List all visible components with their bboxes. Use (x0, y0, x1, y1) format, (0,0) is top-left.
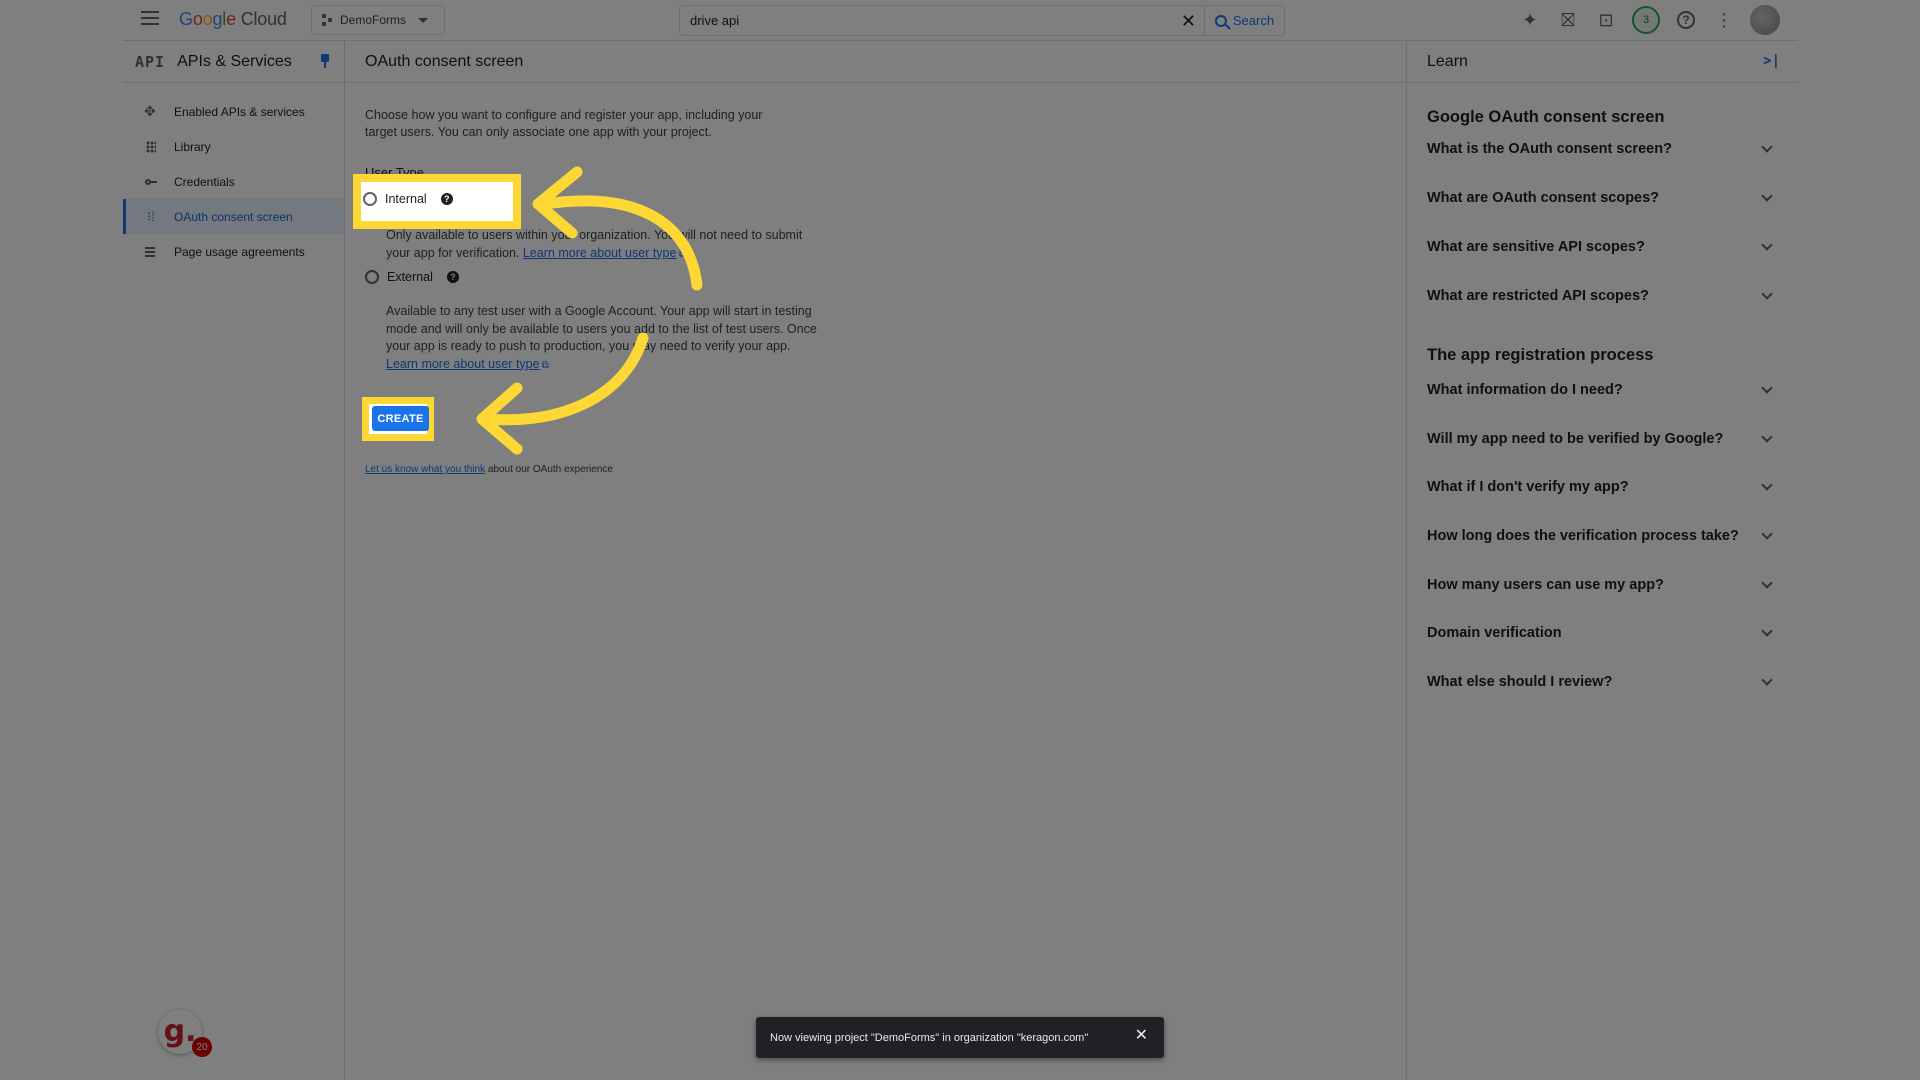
api-logo: API (135, 52, 166, 71)
intro-text: Choose how you want to configure and reg… (365, 108, 763, 139)
faq-item[interactable]: What else should I review? (1427, 674, 1777, 690)
menu-icon[interactable] (141, 11, 159, 25)
faq-item[interactable]: Domain verification (1427, 625, 1777, 641)
sidebar-item-credentials[interactable]: Credentials (123, 164, 344, 199)
faq-item[interactable]: Will my app need to be verified by Googl… (1427, 431, 1777, 447)
help-icon[interactable]: ? (1674, 8, 1698, 32)
sidebar-header: API APIs & Services (123, 41, 344, 83)
feedback-text: Let us know what you think about our OAu… (365, 464, 613, 475)
google-cloud-console: Google Cloud DemoForms ✕ Search ✦ ⛝ ⊡ 3 … (123, 0, 1798, 1080)
snackbar: Now viewing project "DemoForms" in organ… (756, 1017, 1164, 1058)
sidebar-item-enabled-apis[interactable]: Enabled APIs & services (123, 94, 344, 129)
page-title: OAuth consent screen (345, 41, 1406, 83)
external-option[interactable]: External ? (365, 270, 459, 284)
highlight-internal: Internal ? (353, 174, 521, 229)
faq-item[interactable]: How many users can use my app? (1427, 577, 1777, 593)
gift-icon[interactable]: ⛝ (1556, 8, 1580, 32)
chevron-down-icon (1761, 674, 1773, 686)
external-learn-more-link[interactable]: Learn more about user type (386, 357, 540, 371)
search-icon (1214, 14, 1227, 27)
learn-header: Learn >| (1407, 41, 1798, 83)
chevron-down-icon (1761, 625, 1773, 637)
terminal-icon[interactable]: ⊡ (1594, 8, 1618, 32)
chevron-down-icon (1761, 479, 1773, 491)
pin-icon[interactable] (320, 54, 330, 68)
faq-item[interactable]: What is the OAuth consent screen? (1427, 141, 1777, 157)
external-link-icon: ⧉ (541, 359, 549, 371)
consent-icon: ⁝⁞ (147, 208, 155, 224)
close-icon[interactable]: ✕ (1181, 12, 1196, 30)
chevron-down-icon (418, 17, 429, 23)
sidebar-title: APIs & Services (177, 52, 292, 70)
close-icon[interactable]: ✕ (1135, 1028, 1148, 1044)
library-icon (144, 140, 158, 154)
internal-description: Only available to users within your orga… (386, 227, 816, 263)
external-link-icon: ⧉ (678, 248, 686, 260)
chevron-down-icon (1761, 141, 1773, 153)
google-cloud-logo[interactable]: Google Cloud (179, 9, 287, 30)
chevron-down-icon (1761, 288, 1773, 300)
external-description: Available to any test user with a Google… (386, 303, 821, 374)
project-icon (322, 14, 334, 26)
internal-learn-more-link[interactable]: Learn more about user type (523, 246, 677, 260)
chevron-down-icon (1761, 577, 1773, 589)
chevron-down-icon (1761, 528, 1773, 540)
hub-icon (144, 103, 158, 120)
project-name: DemoForms (340, 13, 407, 27)
key-icon (144, 175, 158, 189)
internal-radio[interactable] (363, 192, 377, 206)
collapse-panel-icon[interactable]: >| (1763, 53, 1780, 69)
project-selector[interactable]: DemoForms (311, 5, 445, 35)
help-icon[interactable]: ? (446, 271, 459, 283)
faq-item[interactable]: What are restricted API scopes? (1427, 288, 1777, 304)
faq-item[interactable]: What if I don't verify my app? (1427, 479, 1777, 495)
chevron-down-icon (1761, 431, 1773, 443)
agreements-icon (144, 245, 158, 259)
notifications-badge[interactable]: 3 (1632, 6, 1660, 34)
extension-badge: 20 (192, 1037, 212, 1057)
feedback-link[interactable]: Let us know what you think (365, 464, 485, 475)
avatar[interactable] (1750, 5, 1780, 35)
left-sidebar: API APIs & Services Enabled APIs & servi… (123, 41, 345, 1080)
learn-panel: Learn >| Google OAuth consent screen Wha… (1406, 41, 1798, 1080)
sidebar-item-library[interactable]: Library (123, 129, 344, 164)
chevron-down-icon (1761, 382, 1773, 394)
learn-section-registration: The app registration process (1427, 346, 1654, 364)
sidebar-item-page-usage[interactable]: Page usage agreements (123, 234, 344, 269)
learn-section-consent: Google OAuth consent screen (1427, 108, 1665, 126)
faq-item[interactable]: How long does the verification process t… (1427, 528, 1777, 544)
external-radio[interactable] (365, 270, 379, 284)
faq-item[interactable]: What information do I need? (1427, 382, 1777, 398)
chevron-down-icon (1761, 239, 1773, 251)
faq-item[interactable]: What are OAuth consent scopes? (1427, 190, 1777, 206)
top-bar: Google Cloud DemoForms ✕ Search ✦ ⛝ ⊡ 3 … (123, 0, 1798, 41)
search-button[interactable]: Search (1204, 6, 1284, 35)
internal-option-highlighted[interactable]: Internal ? (363, 192, 453, 206)
sidebar-item-oauth-consent[interactable]: ⁝⁞ OAuth consent screen (123, 199, 344, 234)
search-bar: ✕ Search (679, 5, 1285, 36)
faq-item[interactable]: What are sensitive API scopes? (1427, 239, 1777, 255)
snackbar-message: Now viewing project "DemoForms" in organ… (770, 1031, 1089, 1044)
create-button-highlighted[interactable]: CREATE (372, 406, 429, 431)
gemini-icon[interactable]: ✦ (1518, 8, 1542, 32)
help-icon[interactable]: ? (440, 193, 453, 205)
more-vert-icon[interactable]: ⋮ (1712, 8, 1736, 32)
search-input[interactable] (680, 6, 1180, 35)
top-actions: ✦ ⛝ ⊡ 3 ? ⋮ (1518, 5, 1780, 35)
chevron-down-icon (1761, 190, 1773, 202)
highlight-create: CREATE (362, 397, 434, 441)
